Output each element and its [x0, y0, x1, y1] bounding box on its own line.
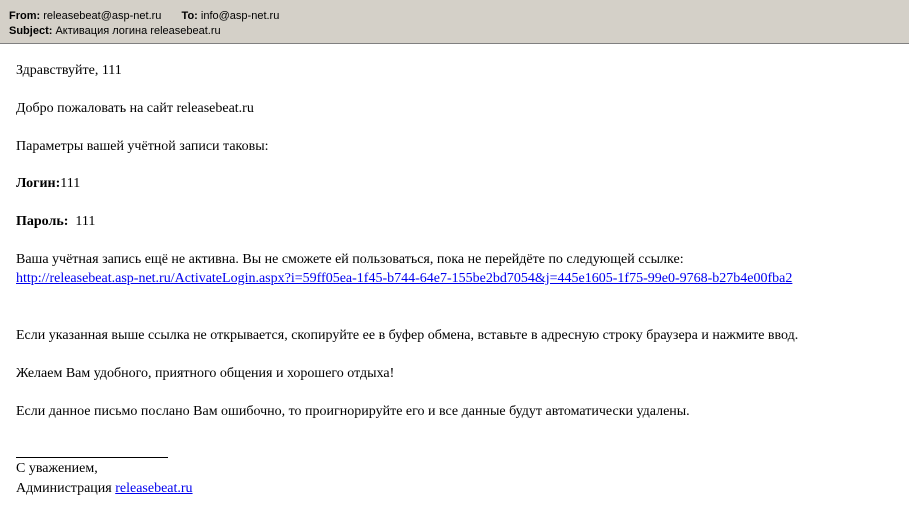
not-active-text: Ваша учётная запись ещё не активна. Вы н…: [16, 252, 684, 267]
email-header: From: releasebeat@asp-net.ru To: info@as…: [0, 0, 909, 44]
signature-admin-prefix: Администрация: [16, 481, 112, 496]
mistake-note-text: Если данное письмо послано Вам ошибочно,…: [16, 404, 690, 419]
password-value: 111: [75, 214, 96, 229]
login-label: Логин:: [16, 176, 61, 191]
welcome-text: Добро пожаловать на сайт releasebeat.ru: [16, 101, 254, 116]
activation-link-line: http://releasebeat.asp-net.ru/ActivateLo…: [16, 271, 792, 287]
password-line: Пароль: 111: [16, 214, 95, 230]
subject-row: Subject: Активация логина releasebeat.ru: [9, 25, 221, 37]
params-intro-text: Параметры вашей учётной записи таковы:: [16, 139, 269, 154]
from-label: From:: [9, 10, 41, 22]
wishes-text: Желаем Вам удобного, приятного общения и…: [16, 366, 395, 381]
greeting-text: Здравствуйте, 111: [16, 63, 122, 78]
from-address: releasebeat@asp-net.ru: [43, 10, 162, 22]
from-to-row: From: releasebeat@asp-net.ru To: info@as…: [9, 10, 279, 22]
login-value: 111: [60, 176, 81, 191]
signature-divider: [16, 457, 168, 458]
subject-label: Subject:: [9, 25, 53, 37]
activation-link[interactable]: http://releasebeat.asp-net.ru/ActivateLo…: [16, 271, 792, 286]
to-label: To:: [181, 10, 198, 22]
login-line: Логин:111: [16, 176, 80, 192]
to-address: info@asp-net.ru: [200, 10, 280, 22]
password-label: Пароль:: [16, 214, 69, 229]
subject-value: Активация логина releasebeat.ru: [55, 25, 221, 37]
copy-instructions-text: Если указанная выше ссылка не открываетс…: [16, 328, 799, 343]
signature-admin-line: Администрация releasebeat.ru: [16, 481, 193, 497]
signature-regards: С уважением,: [16, 461, 98, 476]
site-link[interactable]: releasebeat.ru: [115, 481, 192, 496]
